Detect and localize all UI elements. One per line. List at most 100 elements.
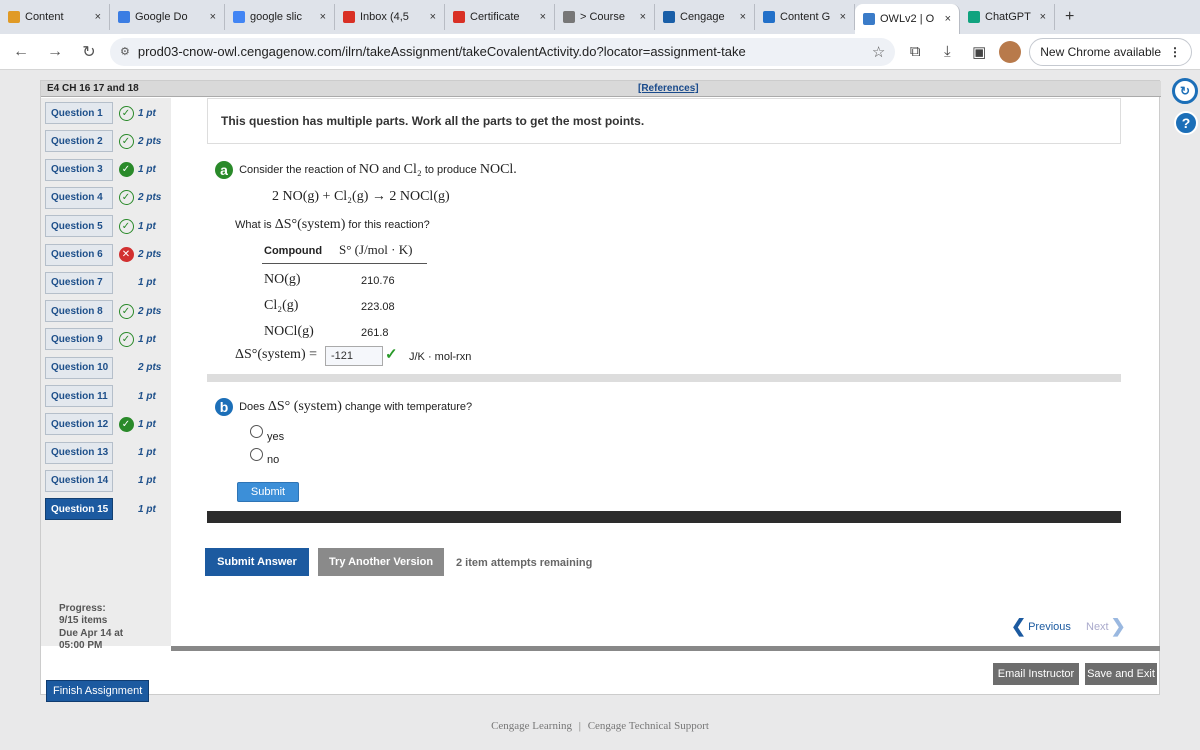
profile-avatar[interactable] [999, 40, 1022, 63]
next-button[interactable]: Next ❯ [1086, 616, 1126, 637]
radio-no[interactable] [250, 448, 263, 461]
question-nav-item[interactable]: Question 13 1 pt [45, 441, 167, 464]
previous-button[interactable]: ❮ Previous [1011, 616, 1071, 637]
question-nav-item[interactable]: Question 5 ✓ 1 pt [45, 215, 167, 238]
chatgpt-icon [968, 11, 980, 23]
tab-title: Content [25, 11, 64, 23]
submit-answer-button[interactable]: Submit Answer [205, 548, 309, 576]
question-points: 1 pt [138, 475, 156, 487]
new-tab-button[interactable]: + [1055, 8, 1084, 26]
question-nav-item[interactable]: Question 9 ✓ 1 pt [45, 328, 167, 351]
question-button[interactable]: Question 12 [45, 413, 113, 436]
chrome-update-button[interactable]: New Chrome available ⋮ [1029, 37, 1192, 66]
tab-title: OWLv2 | O [880, 13, 935, 25]
chevron-left-icon: ❮ [1011, 616, 1027, 636]
browser-tab[interactable]: ChatGPT × [960, 4, 1055, 30]
bookmark-star-icon[interactable]: ☆ [872, 43, 885, 61]
question-button[interactable]: Question 2 [45, 130, 113, 153]
question-nav-item[interactable]: Question 1 ✓ 1 pt [45, 102, 167, 124]
status-empty [118, 501, 134, 517]
question-button[interactable]: Question 8 [45, 300, 113, 323]
question-sidebar: Progress: 9/15 items Due Apr 14 at 05:00… [41, 98, 171, 702]
extensions-icon[interactable]: ⧉ [903, 43, 927, 60]
browser-tab[interactable]: Certificate × [445, 4, 555, 30]
question-nav-item[interactable]: Question 4 ✓ 2 pts [45, 186, 167, 209]
email-instructor-button[interactable]: Email Instructor [993, 663, 1079, 685]
question-button[interactable]: Question 6 [45, 243, 113, 266]
question-button[interactable]: Question 13 [45, 441, 113, 464]
assignment-title: E4 CH 16 17 and 18 [47, 83, 139, 94]
back-button[interactable]: ← [8, 43, 34, 61]
tab-title: google slic [250, 11, 302, 23]
radio-yes[interactable] [250, 425, 263, 438]
part-b-submit-button[interactable]: Submit [237, 482, 299, 502]
part-a-label: a [215, 161, 233, 179]
tab-title: Certificate [470, 11, 520, 23]
question-points: 2 pts [138, 249, 162, 260]
more-menu-icon[interactable]: ⋮ [1169, 45, 1181, 59]
browser-tab[interactable]: Google Do × [110, 4, 225, 30]
refresh-widget-icon[interactable]: ↻ [1172, 78, 1198, 104]
browser-tab[interactable]: google slic × [225, 4, 335, 30]
question-nav-item[interactable]: Question 14 1 pt [45, 469, 167, 492]
reload-button[interactable]: ↻ [76, 42, 102, 62]
browser-tab[interactable]: OWLv2 | O × [855, 4, 960, 34]
finish-assignment-button[interactable]: Finish Assignment [46, 680, 150, 702]
references-link[interactable]: [References] [638, 83, 699, 94]
question-button[interactable]: Question 14 [45, 469, 113, 492]
part-a-prompt: a Consider the reaction of NO and Cl₂ to… [215, 161, 517, 179]
table-entropy-value: 223.08 [361, 301, 395, 313]
browser-tab[interactable]: Cengage × [655, 4, 755, 30]
question-button[interactable]: Question 3 [45, 158, 113, 181]
question-button[interactable]: Question 11 [45, 385, 113, 407]
question-points: 1 pt [138, 107, 156, 119]
question-button[interactable]: Question 1 [45, 102, 113, 124]
technical-support-link[interactable]: Cengage Technical Support [588, 720, 709, 732]
forward-button[interactable]: → [42, 43, 68, 61]
try-another-version-button[interactable]: Try Another Version [318, 548, 444, 576]
browser-tab[interactable]: > Course × [555, 4, 655, 30]
question-nav-item[interactable]: Question 15 1 pt [45, 498, 167, 521]
reaction-equation: 2 NO(g) + Cl₂(g) → 2 NOCl(g) [272, 189, 450, 204]
question-nav-item[interactable]: Question 3 ✓ 1 pt [45, 158, 167, 181]
save-and-exit-button[interactable]: Save and Exit [1085, 663, 1157, 685]
answer-input[interactable]: -121 [325, 346, 383, 366]
question-button[interactable]: Question 7 [45, 271, 113, 294]
close-tab-icon[interactable]: × [210, 11, 216, 23]
status-empty [118, 388, 134, 404]
close-tab-icon[interactable]: × [540, 11, 546, 23]
close-tab-icon[interactable]: × [1040, 11, 1046, 23]
close-tab-icon[interactable]: × [95, 11, 101, 23]
question-nav-item[interactable]: Question 11 1 pt [45, 385, 167, 407]
cengage-learning-link[interactable]: Cengage Learning [491, 720, 572, 732]
due-label: Due Apr 14 at [59, 628, 124, 639]
prompt-text: change with temperature? [344, 400, 473, 413]
question-nav-item[interactable]: Question 8 ✓ 2 pts [45, 300, 167, 323]
close-tab-icon[interactable]: × [430, 11, 436, 23]
close-tab-icon[interactable]: × [840, 11, 846, 23]
help-icon[interactable]: ? [1174, 111, 1198, 135]
address-bar[interactable]: ⚙ prod03-cnow-owl.cengagenow.com/ilrn/ta… [110, 37, 896, 66]
browser-tab[interactable]: Content × [0, 4, 110, 30]
question-button[interactable]: Question 15 [45, 498, 113, 521]
question-nav-item[interactable]: Question 6 ✕ 2 pts [45, 243, 167, 266]
browser-toolbar: ← → ↻ ⚙ prod03-cnow-owl.cengagenow.com/i… [0, 34, 1200, 70]
close-tab-icon[interactable]: × [640, 11, 646, 23]
download-icon[interactable]: ⤓ [935, 43, 959, 60]
question-button[interactable]: Question 9 [45, 328, 113, 351]
question-nav-item[interactable]: Question 7 1 pt [45, 271, 167, 294]
question-nav-item[interactable]: Question 10 2 pts [45, 356, 167, 379]
site-info-icon[interactable]: ⚙ [120, 45, 130, 58]
close-tab-icon[interactable]: × [320, 11, 326, 23]
question-nav-item[interactable]: Question 2 ✓ 2 pts [45, 130, 167, 153]
partial-check-icon: ✓ [118, 162, 134, 178]
question-button[interactable]: Question 5 [45, 215, 113, 238]
question-button[interactable]: Question 4 [45, 186, 113, 209]
close-tab-icon[interactable]: × [945, 13, 951, 25]
close-tab-icon[interactable]: × [740, 11, 746, 23]
sidepanel-icon[interactable]: ▣ [967, 43, 991, 61]
question-button[interactable]: Question 10 [45, 356, 113, 379]
browser-tab[interactable]: Inbox (4,5 × [335, 4, 445, 30]
browser-tab[interactable]: Content G × [755, 4, 855, 30]
question-nav-item[interactable]: Question 12 ✓ 1 pt [45, 413, 167, 436]
